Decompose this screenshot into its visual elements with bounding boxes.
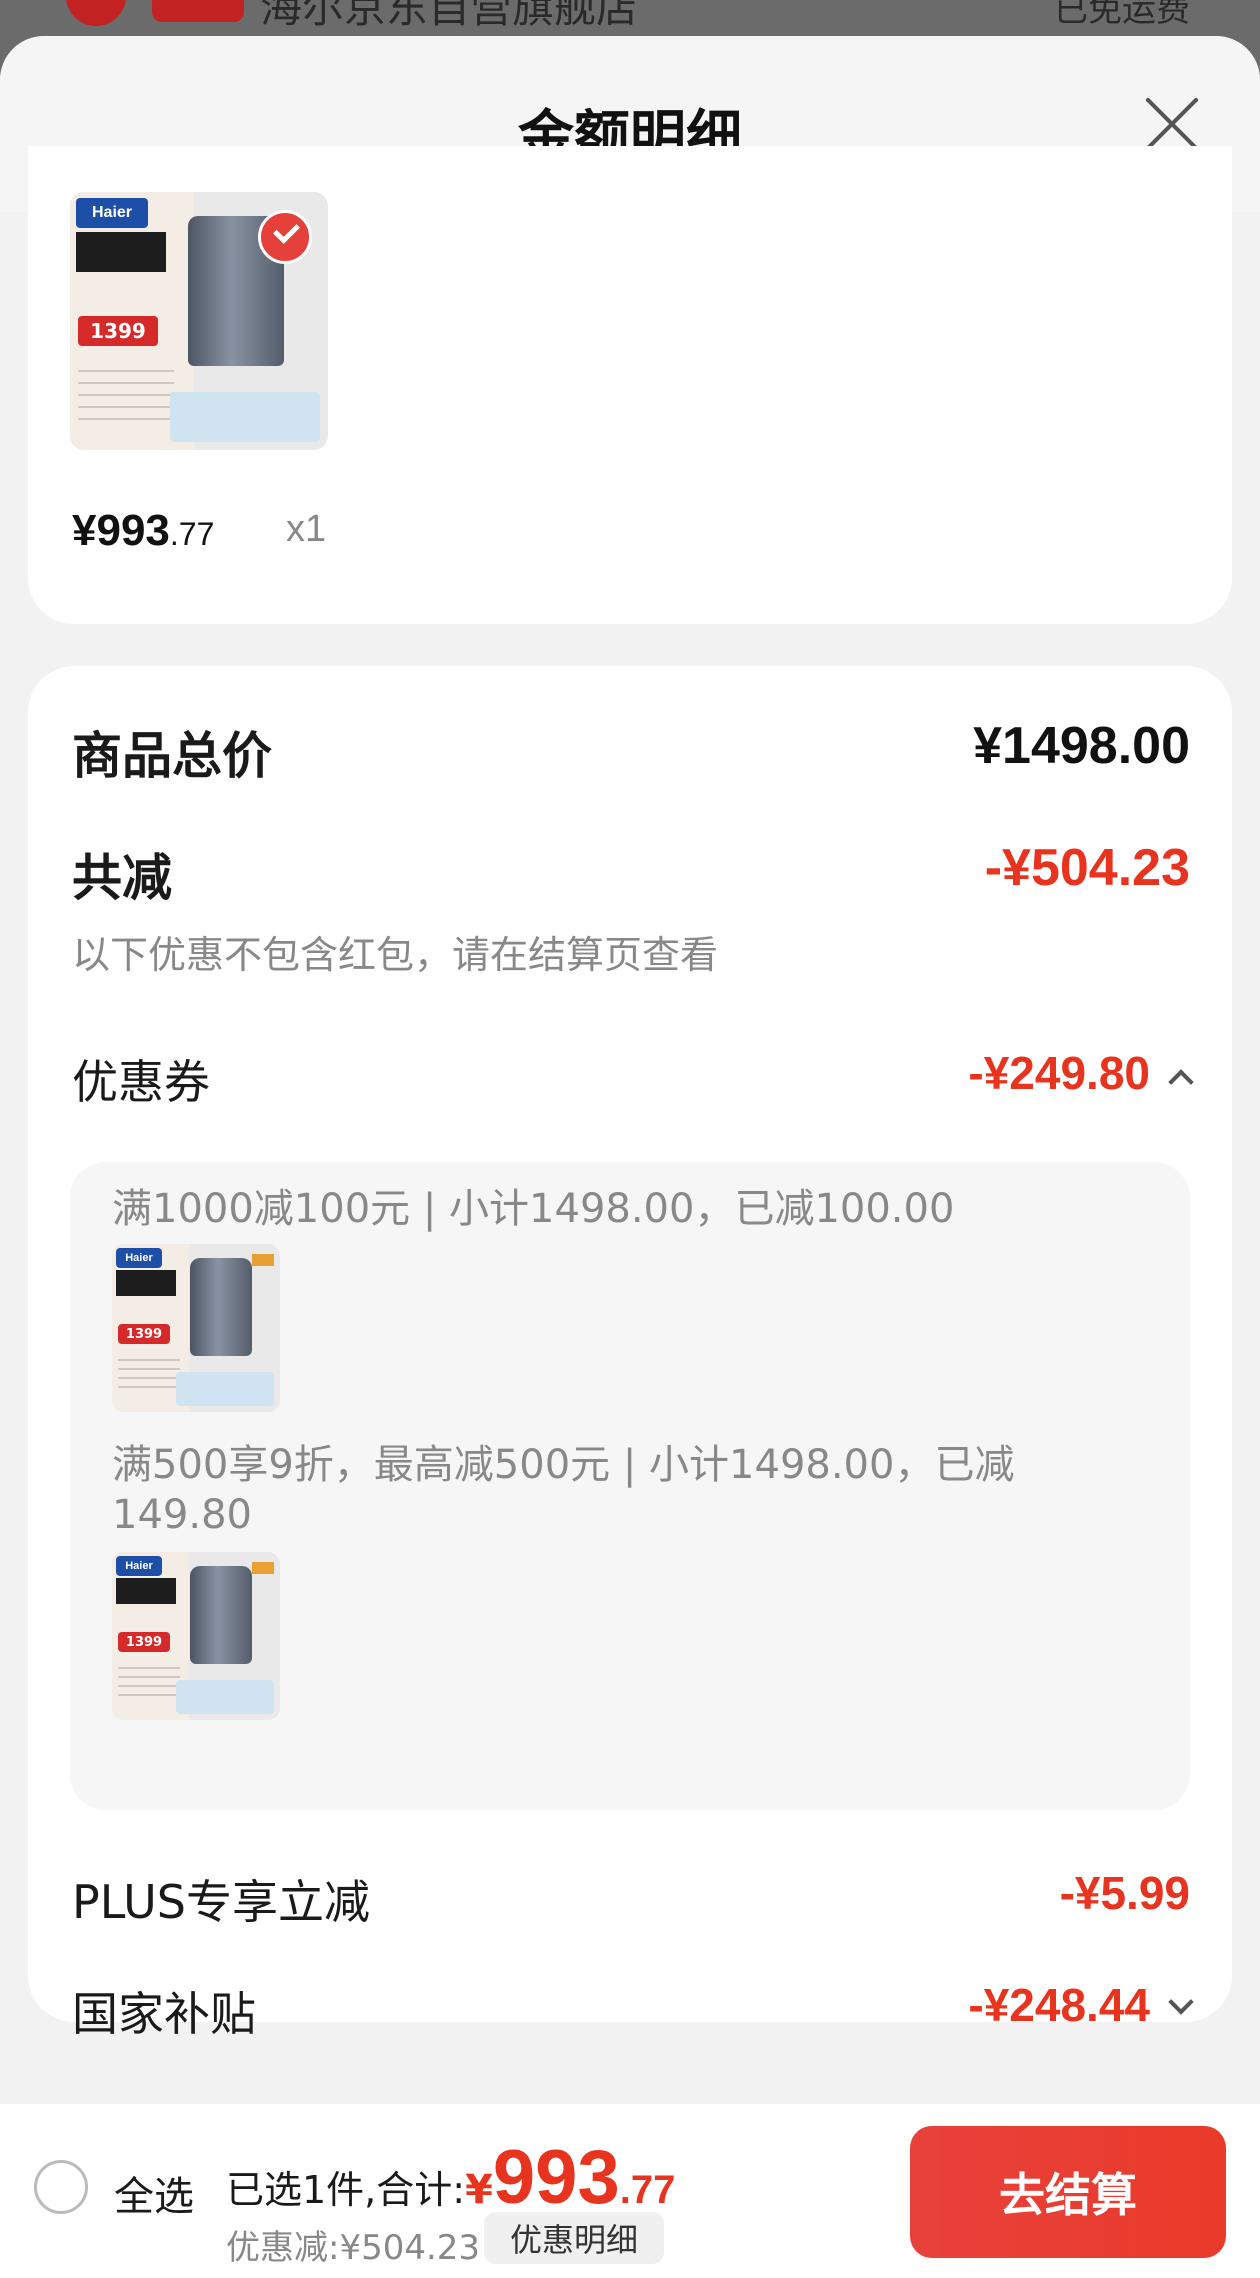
chevron-up-icon [1168,1069,1194,1095]
heart-icon [66,0,126,26]
select-all-label[interactable]: 全选 [114,2164,194,2222]
total-integer: 993 [492,2135,620,2220]
total-reduction-label: 共减 [72,849,172,907]
saved-amount: 优惠减:¥504.23 [226,2228,481,2268]
coupon-product-thumbnail-1: Haier 1399 [112,1244,280,1412]
coupon-product-thumbnail-2: Haier 1399 [112,1552,280,1720]
total-decimal: .77 [619,2168,676,2212]
total-price-value: ¥1498.00 [973,717,1190,775]
product-quantity: x1 [286,508,327,550]
national-subsidy-toggle[interactable]: -¥248.44 [968,1978,1194,2032]
selected-check-icon[interactable] [258,210,312,264]
selected-total-label: 已选1件,合计: [226,2168,466,2212]
brand-logo: Haier [76,198,148,228]
national-subsidy-label: 国家补贴 [72,1987,256,2041]
brand-logo: Haier [116,1556,162,1576]
checkout-bar: 全选 已选1件,合计:¥993.77 优惠减:¥504.23 优惠明细 去结算 [0,2104,1260,2278]
select-all-radio[interactable] [34,2160,88,2214]
total-price-label: 商品总价 [72,727,272,785]
brand-logo: Haier [116,1248,162,1268]
coupon-value: -¥249.80 [968,1047,1150,1099]
thumb-price-tag: 1399 [78,316,158,346]
price-summary-card: 商品总价 ¥1498.00 共减 -¥504.23 以下优惠不包含红包，请在结算… [28,666,1232,2041]
self-operated-tag [152,0,244,22]
selected-total: 已选1件,合计:¥993.77 [226,2134,675,2221]
thumb-price-tag: 1399 [118,1324,170,1344]
product-thumbnail[interactable]: Haier 1399 [70,192,328,450]
reduction-note: 以下优惠不包含红包，请在结算页查看 [72,933,719,977]
store-header-strip: 海尔京东自营旗舰店 已免运费 [0,0,1260,40]
store-name: 海尔京东自营旗舰店 [260,0,639,32]
chevron-down-icon [1168,1989,1194,2015]
plus-discount-label: PLUS专享立减 [72,1875,370,1929]
coupon-detail-1: 满1000减100元 | 小计1498.00，已减100.00 [112,1186,955,1232]
currency-symbol: ¥ [465,2167,493,2213]
coupon-toggle[interactable]: -¥249.80 [968,1046,1194,1100]
thumb-price-tag: 1399 [118,1632,170,1652]
coupon-label: 优惠券 [72,1055,210,1109]
plus-discount-value: -¥5.99 [1059,1867,1190,1919]
coupon-detail-2: 满500享9折，最高减500元 | 小计1498.00，已减149.80 [112,1442,1015,1538]
product-price: ¥993.77 [72,506,215,555]
coupon-detail-box: 满1000减100元 | 小计1498.00，已减100.00 Haier 13… [70,1162,1190,1810]
national-subsidy-value: -¥248.44 [968,1979,1150,2031]
product-card: Haier 1399 ¥993.77 x1 [28,146,1232,624]
shipping-status: 已免运费 [1054,0,1190,30]
discount-detail-button[interactable]: 优惠明细 [484,2212,664,2264]
checkout-button[interactable]: 去结算 [910,2126,1226,2258]
total-reduction-value: -¥504.23 [984,839,1190,897]
amount-detail-sheet: 金额明细 Haier 1399 ¥993.77 x1 商品总价 ¥1498.00… [0,36,1260,2278]
